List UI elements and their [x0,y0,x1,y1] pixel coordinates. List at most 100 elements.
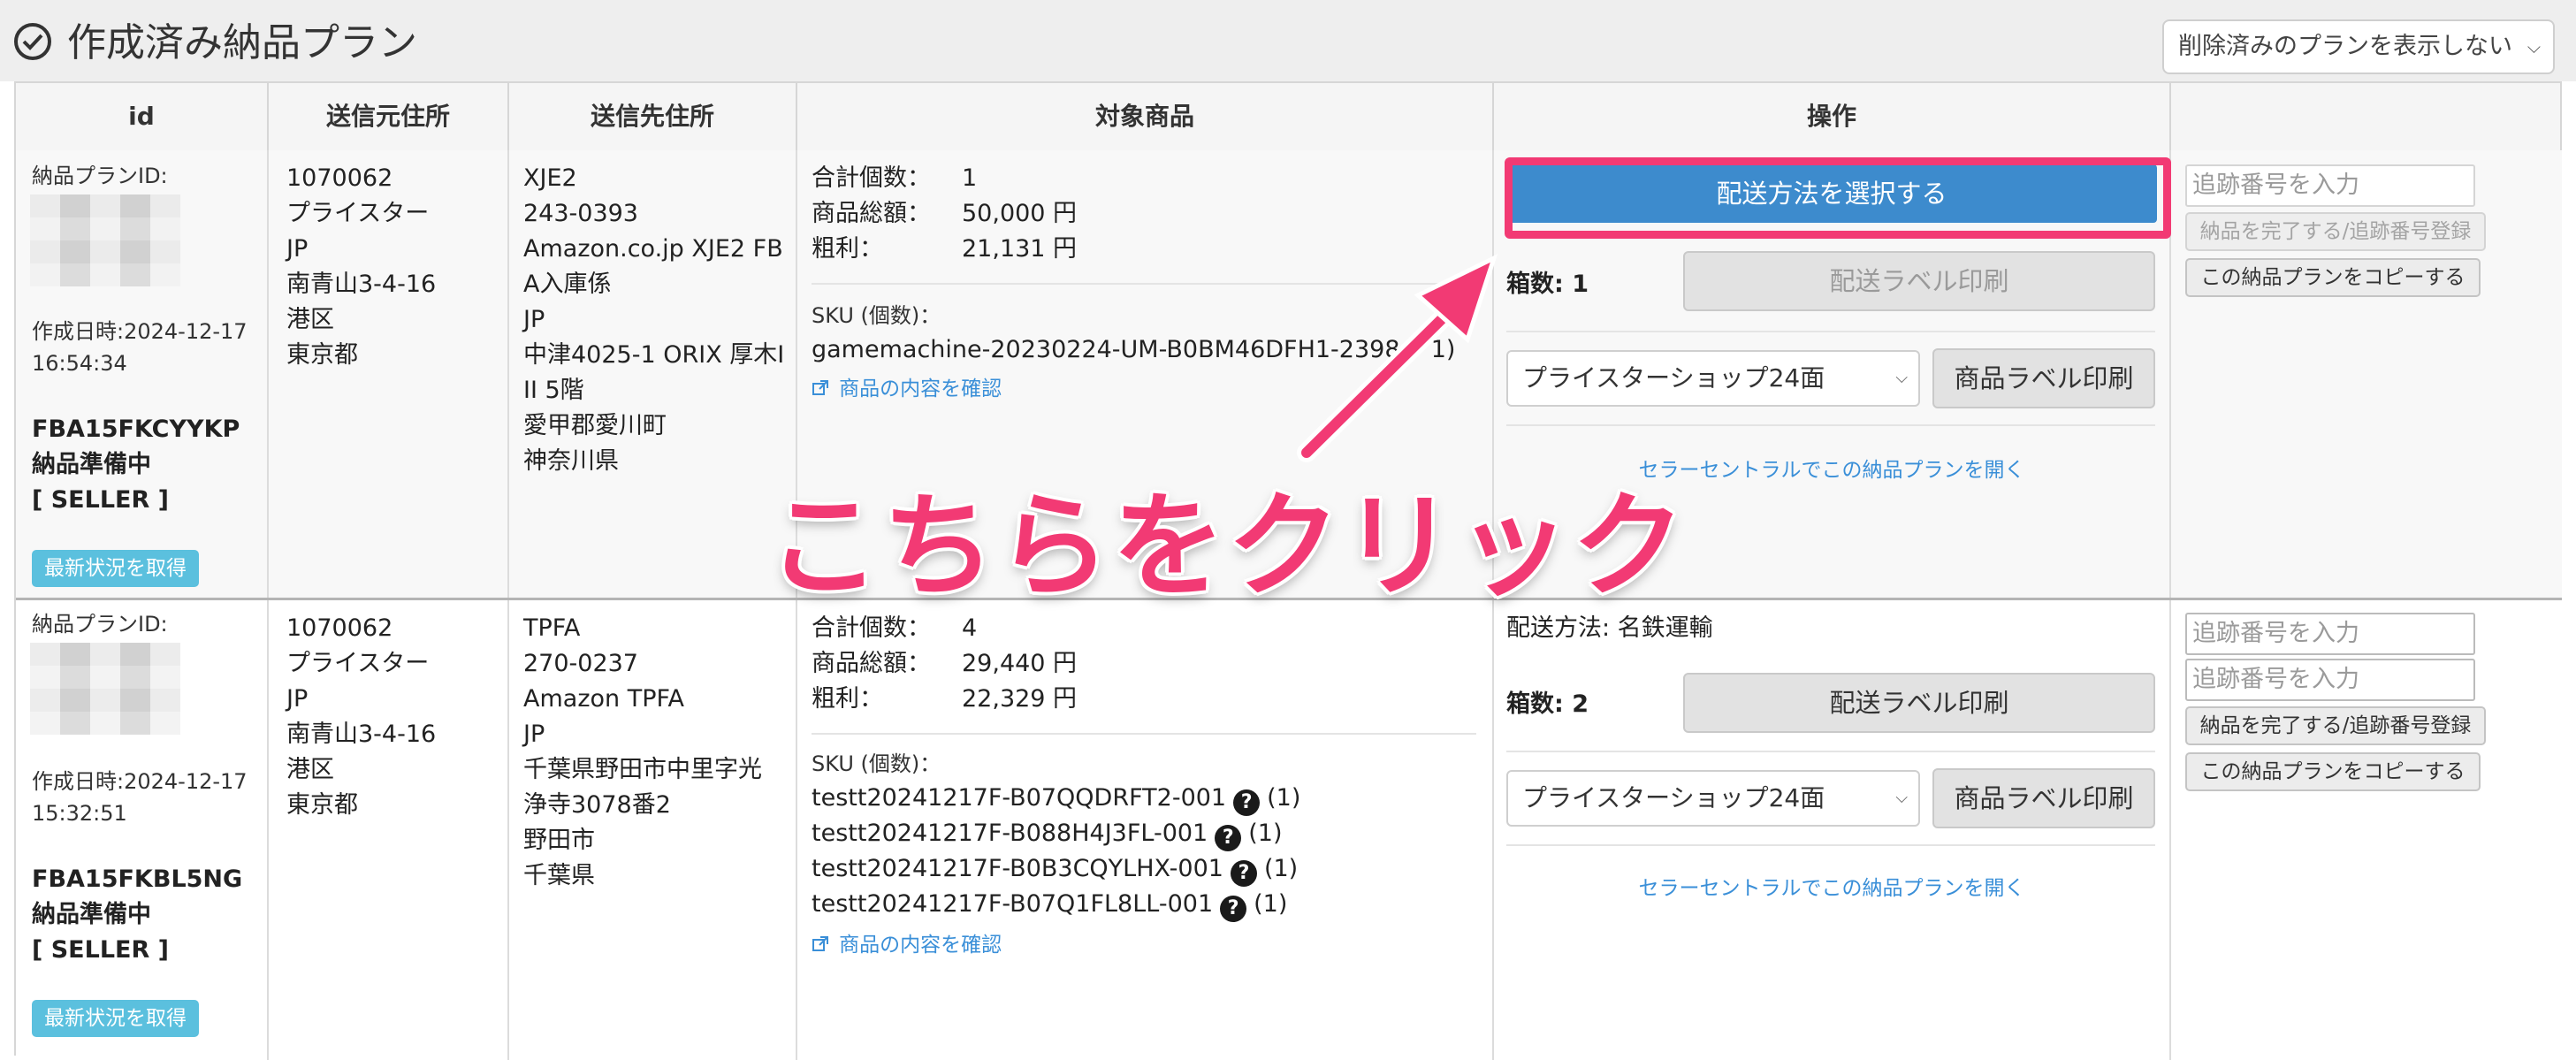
label-template-value: プライスターショップ24面 [1522,783,1825,812]
stat-gross-profit: 粗利： 22,329 円 [812,682,1077,717]
sku-item: testt20241217F-B0B3CQYLHX-001? (1) [812,851,1298,887]
to-postal: 243-0393 [523,200,638,227]
to-name: Amazon TPFA [523,685,684,713]
created-date: 作成日時:2024-12-17 [32,769,248,794]
page-header: 作成済み納品プラン 削除済みのプランを表示しない ⌵ [0,0,2576,81]
from-country: JP [286,235,309,263]
from-prefecture: 東京都 [286,791,358,819]
label-template-select[interactable]: プライスターショップ24面 ⌵ [1506,770,1920,827]
from-city: 港区 [286,306,334,333]
to-street: 千葉県野田市中里字光 [523,756,762,783]
divider [812,283,1476,285]
sku-label: SKU (個数)： [812,751,941,776]
copy-plan-button[interactable]: この納品プランをコピーする [2185,258,2481,297]
label-template-select[interactable]: プライスターショップ24面 ⌵ [1506,350,1920,407]
blurred-plan-id [30,194,180,286]
to-postal: 270-0237 [523,650,638,677]
tracking-number-input[interactable]: 追跡番号を入力 [2185,164,2475,207]
created-time: 16:54:34 [32,351,127,376]
help-icon[interactable]: ? [1220,896,1247,922]
from-postal: 1070062 [286,614,393,642]
from-address: 1070062 プライスター JP 南青山3-4-16 港区 東京都 [286,611,436,823]
blurred-plan-id [30,643,180,735]
sku-code: gamemachine-20230224-UM-B0BM46DFH1-23984 [812,336,1415,363]
created-date: 作成日時:2024-12-17 [32,319,248,344]
tracking-cell: 追跡番号を入力 納品を完了する/追跡番号登録 この納品プランをコピーする [2171,150,2560,598]
from-city: 港区 [286,756,334,783]
to-prefecture: 千葉県 [523,862,595,889]
to-prefecture: 神奈川県 [523,447,619,475]
label-template-value: プライスターショップ24面 [1522,363,1825,393]
deleted-plans-filter-select[interactable]: 削除済みのプランを表示しない ⌵ [2162,19,2555,74]
tracking-cell: 追跡番号を入力 追跡番号を入力 納品を完了する/追跡番号登録 この納品プランをコ… [2171,600,2560,1060]
print-shipping-label-button[interactable]: 配送ラベル印刷 [1683,673,2155,733]
box-count: 箱数: 2 [1506,690,1589,718]
sku-label: SKU (個数)： [812,303,941,328]
to-city: 愛甲郡愛川町 [523,412,667,439]
divider [1506,844,2155,846]
from-postal: 1070062 [286,164,393,192]
tracking-number-input[interactable]: 追跡番号を入力 [2185,659,2475,701]
created-time: 15:32:51 [32,801,127,826]
to-country: JP [523,306,545,333]
table-row: 納品プランID: 作成日時:2024-12-17 15:32:51 FBA15F… [16,600,2562,1060]
stat-label: 粗利： [812,685,883,713]
help-icon[interactable]: ? [1233,789,1261,816]
shipment-role: [ SELLER ] [32,486,170,514]
confirm-contents-link-text: 商品の内容を確認 [839,934,1002,957]
complete-shipment-button[interactable]: 納品を完了する/追跡番号登録 [2185,212,2486,251]
sku-code: testt20241217F-B0B3CQYLHX-001 [812,855,1223,882]
tracking-number-input[interactable]: 追跡番号を入力 [2185,613,2475,655]
confirm-contents-link[interactable]: 商品の内容を確認 [812,371,1002,401]
sku-count: (1) [1267,784,1301,812]
sku-item: testt20241217F-B07QQDRFT2-001? (1) [812,781,1300,816]
sku-code: testt20241217F-B088H4J3FL-001 [812,820,1208,847]
from-country: JP [286,685,309,713]
chevron-down-icon: ⌵ [2526,36,2541,57]
to-country: JP [523,721,545,748]
stat-label: 粗利： [812,235,883,263]
column-header-actions: 操作 [1494,83,2171,150]
external-link-icon [812,936,828,951]
to-address-cell: XJE2 243-0393 Amazon.co.jp XJE2 FB A入庫係 … [509,150,797,598]
print-product-label-button[interactable]: 商品ラベル印刷 [1932,768,2155,828]
box-count: 箱数: 1 [1506,271,1589,298]
print-shipping-label-button[interactable]: 配送ラベル印刷 [1683,251,2155,311]
refresh-status-button[interactable]: 最新状況を取得 [32,550,199,587]
highlight-box [1505,157,2171,239]
confirm-contents-link[interactable]: 商品の内容を確認 [812,927,1002,957]
print-product-label-button[interactable]: 商品ラベル印刷 [1932,348,2155,408]
chevron-down-icon: ⌵ [1895,789,1908,807]
from-name: プライスター [286,650,430,677]
refresh-status-button[interactable]: 最新状況を取得 [32,1000,199,1037]
filter-select-value: 削除済みのプランを表示しない [2178,33,2512,60]
divider [1506,331,2155,332]
help-icon[interactable]: ? [1230,860,1257,887]
to-address-cell: TPFA 270-0237 Amazon TPFA JP 千葉県野田市中里字光 … [509,600,797,1060]
to-name-2: A入庫係 [523,271,612,298]
sku-count: (1) [1248,820,1283,847]
to-city: 野田市 [523,827,595,854]
table-header-row: id 送信元住所 送信先住所 対象商品 操作 [16,83,2562,153]
to-street: 中津4025-1 ORIX 厚木I [523,341,785,369]
page-title: 作成済み納品プラン [67,20,417,65]
sku-count: (1) [1254,890,1288,918]
check-circle-icon [14,23,51,60]
seller-central-link[interactable]: セラーセントラルでこの納品プランを開く [1494,871,2169,901]
from-street: 南青山3-4-16 [286,721,437,748]
shipment-role: [ SELLER ] [32,936,170,964]
stat-total-count: 合計個数： 1 [812,161,977,196]
to-street-2: II 5階 [523,377,584,404]
complete-shipment-button[interactable]: 納品を完了する/追跡番号登録 [2185,706,2486,745]
sku-item: testt20241217F-B07Q1FL8LL-001? (1) [812,887,1287,922]
stat-label: 合計個数： [812,164,931,192]
column-header-to: 送信先住所 [509,83,797,150]
shipment-id: FBA15FKCYYKP [32,416,240,443]
actions-cell: 配送方法: 名鉄運輸 箱数: 2 配送ラベル印刷 プライスターショップ24面 ⌵… [1494,600,2171,1060]
to-code: TPFA [523,614,581,642]
copy-plan-button[interactable]: この納品プランをコピーする [2185,752,2481,791]
help-icon[interactable]: ? [1215,825,1242,851]
column-header-from: 送信元住所 [269,83,509,150]
stat-value: 21,131 円 [962,235,1078,263]
shipment-id: FBA15FKBL5NG [32,866,243,893]
